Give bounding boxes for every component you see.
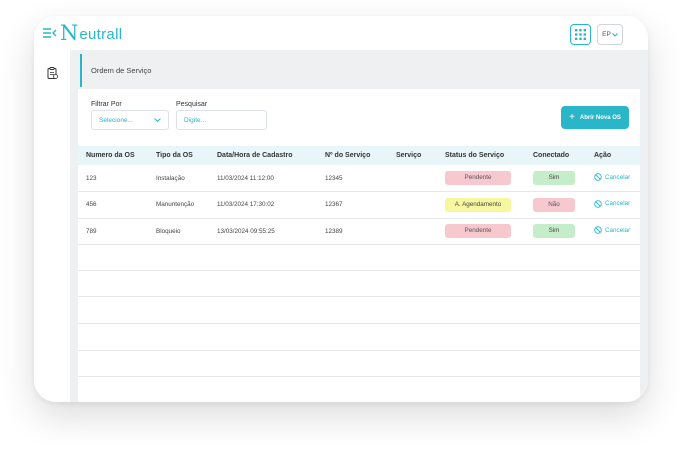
logo-mark: N [60, 21, 79, 45]
cancel-circle-icon [594, 226, 602, 234]
connected-cell: Sim [525, 165, 586, 192]
action-cell: Cancelar [586, 165, 640, 192]
cancel-circle-icon [594, 200, 602, 208]
brand-logo: N eutrall [60, 22, 122, 44]
app-window: N eutrall EP Ordem de Serviço Filtrar Po… [34, 16, 648, 402]
connected-cell: Sim [525, 218, 586, 245]
logo-text: eutrall [79, 25, 123, 43]
apps-button[interactable] [570, 24, 591, 45]
column-header[interactable]: Status do Serviço [437, 146, 525, 165]
empty-row-divider [78, 296, 640, 297]
column-header[interactable]: Serviço [388, 146, 437, 165]
service-number: 12345 [325, 174, 343, 182]
action-cell: Cancelar [586, 192, 640, 219]
column-header[interactable]: Conectado [525, 146, 586, 165]
filter-label: Filtrar Por [91, 101, 122, 108]
new-os-button[interactable]: + Abrir Nova OS [561, 106, 629, 129]
main-content: Ordem de Serviço Filtrar Por Selecione..… [70, 50, 648, 402]
connected-badge: Sim [533, 171, 575, 185]
status-badge: Pendente [445, 224, 511, 239]
os-date: 11/03/2024 11:12:00 [217, 174, 274, 182]
page-header: Ordem de Serviço [80, 54, 648, 87]
column-header[interactable]: Nº do Serviço [317, 146, 388, 165]
status-badge: A. Agendamento [445, 197, 511, 212]
cancel-circle-icon [594, 173, 602, 181]
empty-row-divider [78, 350, 640, 351]
os-date: 13/03/2024 09:55:25 [217, 227, 275, 235]
action-cell: Cancelar [586, 218, 640, 245]
service-name [388, 218, 437, 245]
table-row[interactable]: 123 Instalação 11/03/2024 11:12:00 12345… [78, 165, 640, 192]
os-number: 456 [86, 201, 97, 209]
cancel-label: Cancelar [605, 200, 631, 208]
table-row[interactable]: 456 Manuntenção 11/03/2024 17:30:02 1236… [78, 192, 640, 219]
os-number: 123 [86, 174, 97, 182]
orders-table: Numero da OS Tipo da OS Data/Hora de Cad… [78, 146, 640, 245]
empty-row-divider [78, 323, 640, 324]
filter-select[interactable]: Selecione... [91, 110, 169, 130]
os-type: Instalação [156, 174, 185, 182]
empty-row-divider [78, 376, 640, 377]
connected-badge: Não [533, 197, 575, 212]
column-header[interactable]: Data/Hora de Cadastro [209, 146, 317, 165]
plus-icon: + [569, 111, 575, 123]
column-header[interactable]: Numero da OS [78, 146, 148, 165]
cancel-label: Cancelar [605, 226, 631, 234]
status-cell: Pendente [437, 165, 525, 192]
page-title: Ordem de Serviço [91, 66, 152, 75]
status-cell: A. Agendamento [437, 192, 525, 219]
cancel-button[interactable]: Cancelar [594, 200, 630, 208]
os-type: Manuntenção [156, 201, 195, 209]
orders-card: Filtrar Por Selecione... Pesquisar Digit… [78, 89, 640, 402]
os-number: 789 [86, 227, 97, 235]
cancel-button[interactable]: Cancelar [594, 173, 630, 181]
user-menu-button[interactable]: EP [597, 24, 623, 45]
connected-badge: Sim [533, 224, 575, 239]
chevron-down-icon [611, 32, 618, 37]
column-header[interactable]: Tipo da OS [148, 146, 209, 165]
service-name [388, 165, 437, 192]
cancel-button[interactable]: Cancelar [594, 226, 630, 234]
os-type: Bloqueio [156, 227, 181, 235]
filter-select-value: Selecione... [99, 116, 133, 124]
table-header-row: Numero da OS Tipo da OS Data/Hora de Cad… [78, 146, 640, 165]
column-header[interactable]: Ação [586, 146, 640, 165]
status-cell: Pendente [437, 218, 525, 245]
top-bar: N eutrall EP [34, 16, 648, 50]
os-date: 11/03/2024 17:30:02 [217, 201, 275, 209]
empty-row-divider [78, 270, 640, 271]
clipboard-icon[interactable] [47, 67, 58, 79]
menu-collapse-icon[interactable] [43, 27, 57, 39]
search-label: Pesquisar [176, 101, 208, 108]
table-row[interactable]: 789 Bloqueio 13/03/2024 09:55:25 12389 P… [78, 218, 640, 245]
cancel-label: Cancelar [605, 173, 631, 181]
search-input[interactable]: Digite... [176, 110, 267, 130]
service-name [388, 192, 437, 219]
new-os-label: Abrir Nova OS [579, 114, 621, 121]
connected-cell: Não [525, 192, 586, 219]
service-number: 12367 [325, 201, 343, 209]
grid-icon [575, 29, 586, 40]
user-initials: EP [602, 31, 611, 38]
service-number: 12389 [325, 227, 343, 235]
status-badge: Pendente [445, 171, 511, 185]
chevron-down-icon [154, 118, 161, 122]
sidebar [34, 50, 70, 402]
